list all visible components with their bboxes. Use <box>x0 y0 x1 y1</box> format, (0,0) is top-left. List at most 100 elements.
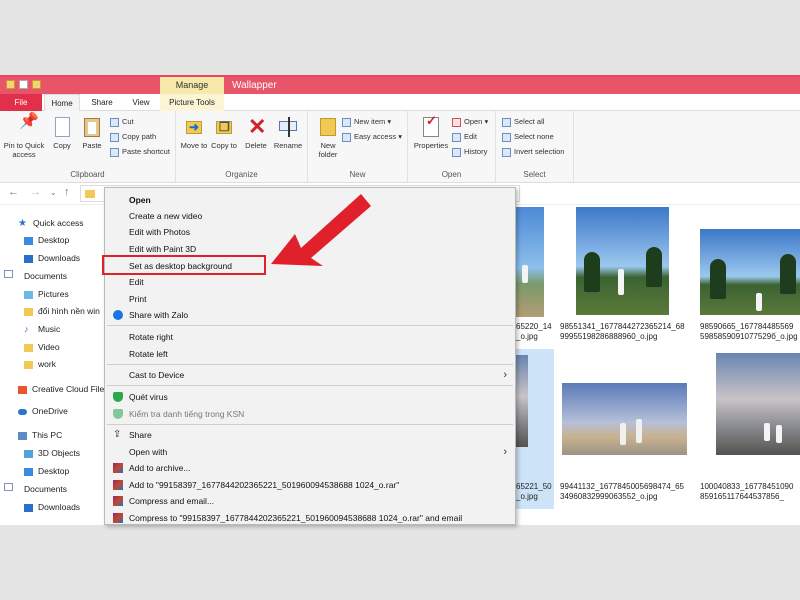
menu-item-compress-email[interactable]: Compress and email... <box>105 493 515 509</box>
menu-item-label: Add to "99158397_1677844202365221_501960… <box>129 480 400 490</box>
menu-item-label: Quét virus <box>129 392 168 402</box>
documents-icon <box>4 270 13 278</box>
menu-item-add-to-rar[interactable]: Add to "99158397_1677844202365221_501960… <box>105 477 515 493</box>
photo-thumbnail[interactable] <box>576 207 669 315</box>
history-button[interactable]: History <box>452 145 487 159</box>
properties-button[interactable]: Properties <box>412 115 450 150</box>
person-figure <box>756 293 762 311</box>
menu-item-scan-virus[interactable]: Quét virus <box>105 389 515 405</box>
open-button[interactable]: Open ▾ <box>452 115 488 129</box>
sidebar-item-this-pc[interactable]: This PC <box>0 427 106 444</box>
new-item-button[interactable]: New item ▾ <box>342 115 391 129</box>
ribbon: 📌 Pin to Quick access Copy Paste Cut Cop… <box>0 111 800 183</box>
menu-item-share-zalo[interactable]: Share with Zalo <box>105 307 515 323</box>
recent-chevron-icon[interactable]: ⌄ <box>50 188 57 197</box>
sidebar-item-desktop-pc[interactable]: Desktop <box>0 463 106 480</box>
sidebar-item-documents-pc[interactable]: Documents <box>0 481 106 498</box>
menu-item-label: Share <box>129 430 152 440</box>
tab-home[interactable]: Home <box>44 94 80 111</box>
file-caption[interactable]: 65221_50 _o.jpg <box>516 482 552 502</box>
menu-item-rotate-right[interactable]: Rotate right <box>105 329 515 345</box>
select-all-icon <box>502 117 511 127</box>
paste-shortcut-button[interactable]: Paste shortcut <box>110 145 170 159</box>
menu-item-cast-to-device[interactable]: Cast to Device › <box>105 367 515 383</box>
sidebar-item-documents[interactable]: Documents <box>0 268 106 285</box>
creative-cloud-icon <box>18 385 27 394</box>
sidebar-item-pictures[interactable]: Pictures <box>0 286 106 303</box>
pin-icon: 📌 <box>19 113 39 130</box>
sidebar-item-quick-access[interactable]: ★ Quick access <box>0 215 106 232</box>
sidebar-item-onedrive[interactable]: OneDrive <box>0 403 106 420</box>
photo-thumbnail[interactable] <box>700 229 800 315</box>
file-caption[interactable]: 98551341_1677844272365214_68 999551982868… <box>560 322 685 342</box>
cut-label: Cut <box>122 117 134 126</box>
file-name-line: 34960832999063552_o.jpg <box>560 492 658 501</box>
tree-shape <box>780 254 796 294</box>
menu-item-compress-rar-email[interactable]: Compress to "99158397_1677844202365221_5… <box>105 510 515 524</box>
paste-button[interactable]: Paste <box>78 115 106 150</box>
menu-item-label: Kiểm tra danh tiếng trong KSN <box>129 409 245 419</box>
menu-item-share[interactable]: ⇪ Share <box>105 427 515 443</box>
copy-path-label: Copy path <box>122 132 157 141</box>
desktop-icon <box>24 236 33 245</box>
rename-button[interactable]: Rename <box>272 115 304 150</box>
back-arrow-icon[interactable]: ← <box>8 186 19 198</box>
invert-selection-icon <box>502 147 511 157</box>
sidebar-item-downloads-pc[interactable]: Downloads <box>0 499 106 516</box>
photo-thumbnail[interactable] <box>716 353 800 455</box>
easy-access-button[interactable]: Easy access ▾ <box>342 130 402 144</box>
menu-item-add-to-archive[interactable]: Add to archive... <box>105 460 515 476</box>
sidebar-item-downloads[interactable]: Downloads <box>0 250 106 267</box>
menu-item-open-with[interactable]: Open with › <box>105 444 515 460</box>
photo-thumbnail[interactable] <box>562 383 687 455</box>
sidebar-item-work[interactable]: work <box>0 356 106 373</box>
shield-icon <box>113 409 123 419</box>
sidebar-item-label: Video <box>38 342 60 352</box>
new-folder-icon[interactable] <box>32 80 41 89</box>
move-to-button[interactable]: ➜ Move to <box>180 115 208 150</box>
select-all-button[interactable]: Select all <box>502 115 544 129</box>
file-caption[interactable]: 99441132_1677845005698474_65 349608329990… <box>560 482 684 502</box>
invert-selection-button[interactable]: Invert selection <box>502 145 564 159</box>
paste-label: Paste <box>82 141 102 150</box>
edit-button[interactable]: Edit <box>452 130 477 144</box>
folder-icon[interactable] <box>6 80 15 89</box>
forward-arrow-icon[interactable]: → <box>30 186 41 198</box>
desktop-icon <box>24 467 33 476</box>
chevron-right-icon: › <box>503 369 507 381</box>
documents-icon <box>4 483 13 491</box>
copy-path-button[interactable]: Copy path <box>110 130 156 144</box>
move-to-icon: ➜ <box>183 115 205 139</box>
photo-thumbnail[interactable] <box>514 355 528 447</box>
tab-share[interactable]: Share <box>84 94 120 111</box>
open-icon <box>452 117 461 127</box>
invert-selection-label: Invert selection <box>514 147 565 156</box>
sidebar-item-label: Desktop <box>38 466 70 476</box>
up-arrow-icon[interactable]: ↑ <box>64 186 70 198</box>
sidebar-item-3d-objects[interactable]: 3D Objects <box>0 445 106 462</box>
copy-button[interactable]: Copy <box>48 115 76 150</box>
sidebar-item-creative-cloud[interactable]: Creative Cloud Files <box>0 381 106 398</box>
file-caption[interactable]: 98590665_167784485569 5985859091077529б_o… <box>700 322 798 342</box>
tab-file[interactable]: File <box>0 94 42 111</box>
sidebar-item-desktop[interactable]: Desktop <box>0 232 106 249</box>
menu-item-ksn-reputation[interactable]: Kiểm tra danh tiếng trong KSN <box>105 406 515 422</box>
sidebar-item-video[interactable]: Video <box>0 339 106 356</box>
select-none-button[interactable]: Select none <box>502 130 554 144</box>
properties-icon[interactable] <box>19 80 28 89</box>
menu-item-rotate-left[interactable]: Rotate left <box>105 346 515 362</box>
delete-button[interactable]: ✕ Delete <box>242 115 270 151</box>
menu-item-print[interactable]: Print <box>105 291 515 307</box>
sidebar-item-doi-hinh-nen-win[interactable]: đổi hình nền win <box>0 303 106 320</box>
highlight-box <box>102 255 266 275</box>
tab-picture-tools[interactable]: Picture Tools <box>160 94 224 111</box>
file-caption[interactable]: 100040833_16778451090 859165117644537856_ <box>700 482 793 502</box>
new-folder-button[interactable]: New folder <box>312 115 344 159</box>
file-caption[interactable]: 65220_14 _o.jpg <box>516 322 552 342</box>
copy-to-button[interactable]: ❐ Copy to <box>210 115 238 150</box>
sidebar-item-music[interactable]: ♪ Music <box>0 321 106 338</box>
file-name-line: 98590665_167784485569 <box>700 322 794 331</box>
pin-quick-access-button[interactable]: 📌 Pin to Quick access <box>2 113 46 160</box>
cut-button[interactable]: Cut <box>110 115 134 129</box>
tab-view[interactable]: View <box>124 94 158 111</box>
